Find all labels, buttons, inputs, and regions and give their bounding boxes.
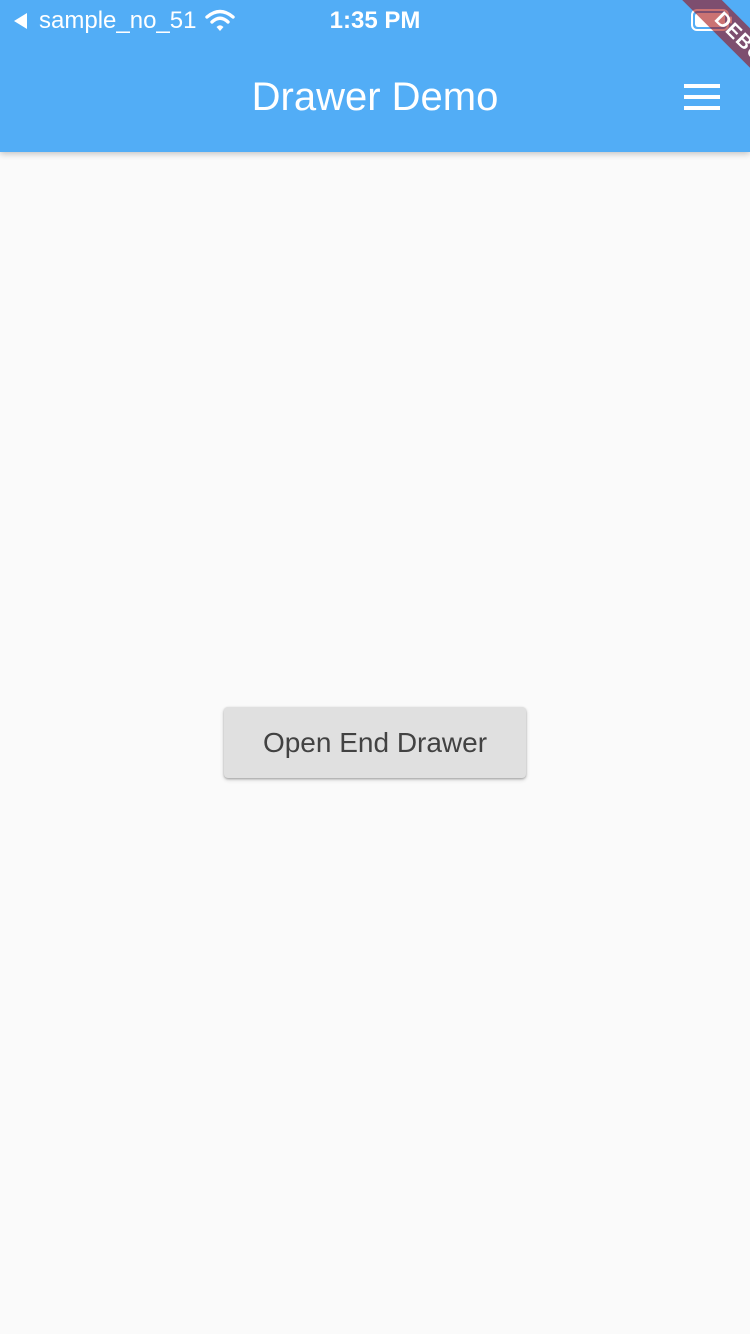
open-end-drawer-button[interactable]: Open End Drawer [224,707,526,778]
app-title: Drawer Demo [251,75,499,119]
app-bar: sample_no_51 1:35 PM Drawer Demo [0,0,750,152]
status-time: 1:35 PM [329,7,421,34]
battery-icon [691,9,732,31]
end-drawer-menu-button[interactable] [672,72,732,122]
hamburger-menu-icon [684,84,720,110]
status-bar: sample_no_51 1:35 PM [0,0,750,40]
main-content: Open End Drawer [0,152,750,1334]
